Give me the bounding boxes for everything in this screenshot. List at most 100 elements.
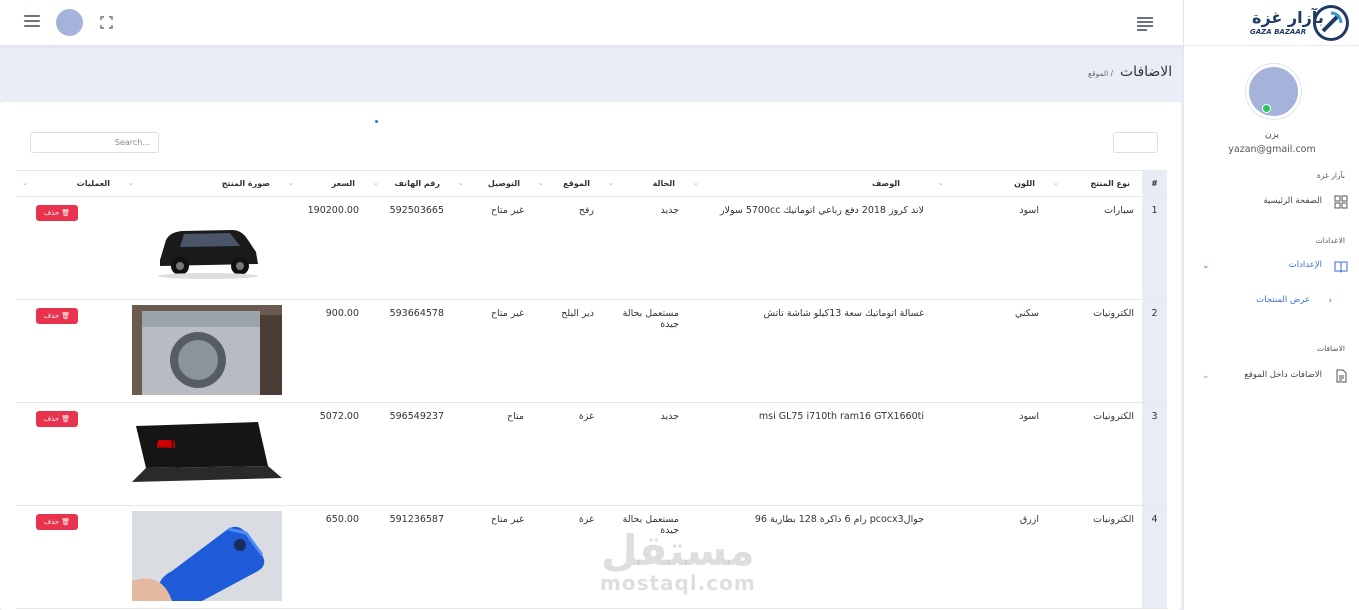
col-num[interactable]: # [1142, 170, 1167, 197]
sidebar-item-label: الإعدادات [1288, 260, 1322, 270]
product-image[interactable] [132, 202, 282, 292]
type-cell: الكترونيات [1047, 402, 1142, 506]
document-icon [1336, 369, 1347, 383]
chevron-down-icon: ⌄ [1202, 261, 1210, 271]
sort-icon: ⌄ [608, 179, 614, 187]
page-length-select[interactable] [1113, 132, 1158, 153]
sidebar-item-home[interactable]: الصفحة الرئيسية [1184, 192, 1359, 214]
col-condition[interactable]: ⌄ الحالة [602, 170, 687, 197]
image-cell: msi [122, 402, 282, 506]
sort-icon: ⌄ [288, 179, 294, 187]
col-phone[interactable]: ⌄ رقم الهاتف [367, 170, 452, 197]
location-cell: دير البلح [532, 299, 602, 403]
col-type[interactable]: ⌄ نوع المنتج [1047, 170, 1142, 197]
condition-cell: مستعمل بحالة جيدة [602, 505, 687, 609]
type-cell: الكترونيات [1047, 505, 1142, 609]
phone-cell: 591236587 [367, 505, 452, 609]
hamburger-icon[interactable] [24, 15, 40, 27]
col-delivery[interactable]: ⌄ التوصيل [452, 170, 532, 197]
brand-english: GAZA BAZAAR [1250, 28, 1307, 36]
user-name: يزن [1264, 130, 1280, 140]
ops-cell: 🗑 حذف [16, 299, 122, 403]
products-table: ⌄ العمليات ⌄ صورة المنتج ⌄ السعر ⌄ رقم الهات… [16, 170, 1167, 609]
profile-avatar[interactable] [1246, 64, 1301, 119]
col-desc[interactable]: ⌄ الوصف [687, 170, 932, 197]
delete-button[interactable]: 🗑 حذف [36, 308, 78, 324]
section-main-label: بآزار غزة [1316, 171, 1345, 180]
top-bar [0, 0, 1183, 46]
grid-icon [1334, 195, 1348, 209]
user-email: yazan@gmail.com [1228, 144, 1316, 155]
col-location[interactable]: ⌄ الموقع [532, 170, 602, 197]
sort-icon: ⌄ [458, 179, 464, 187]
sidebar-item-label: الصفحة الرئيسية [1263, 196, 1322, 206]
menu-toggle-icon[interactable] [1137, 17, 1153, 31]
col-color[interactable]: ⌄ اللون [932, 170, 1047, 197]
chevron-down-icon: ⌄ [1202, 371, 1210, 381]
logo[interactable]: بآزار غزة GAZA BAZAAR [1184, 0, 1359, 46]
row-number: 2 [1142, 299, 1167, 403]
location-cell: رفح [532, 196, 602, 300]
location-cell: غزة [532, 505, 602, 609]
sidebar-item-settings[interactable]: الإعدادات ⌄ [1184, 256, 1359, 278]
section-additions-label: الاضافات [1317, 344, 1345, 353]
color-cell: ازرق [932, 505, 1047, 609]
delivery-cell: غير متاح [452, 299, 532, 403]
svg-text:msi: msi [156, 440, 176, 451]
image-cell [122, 299, 282, 403]
delivery-cell: غير متاح [452, 505, 532, 609]
search-input[interactable]: Search... [30, 132, 159, 153]
condition-cell: مستعمل بحالة جيدة [602, 299, 687, 403]
page-title: الاضافات [1120, 64, 1173, 80]
description-cell: جوالpcocx3 رام 6 ذاكرة 128 بطارية 96 [687, 505, 932, 609]
delete-button[interactable]: 🗑 حذف [36, 514, 78, 530]
color-cell: اسود [932, 196, 1047, 300]
phone-cell: 593664578 [367, 299, 452, 403]
col-image[interactable]: ⌄ صورة المنتج [122, 170, 282, 197]
breadcrumb[interactable]: / الموقع [1088, 69, 1113, 78]
brand-arabic: بآزار غزة [1252, 8, 1324, 27]
book-icon [1334, 261, 1348, 273]
description-cell: msi GL75 i710th ram16 GTX1660ti [687, 402, 932, 506]
product-image[interactable]: msi [132, 408, 282, 498]
image-cell [122, 505, 282, 609]
sort-icon: ⌄ [693, 179, 699, 187]
condition-cell: جديد [602, 196, 687, 300]
price-cell: 650.00 [282, 505, 367, 609]
sidebar-item-label: عرض المنتجات [1256, 295, 1310, 305]
phone-cell: 596549237 [367, 402, 452, 506]
col-ops[interactable]: ⌄ العمليات [16, 170, 122, 197]
sort-icon: ⌄ [373, 179, 379, 187]
loading-dot [375, 120, 378, 123]
chevron-right-icon: › [1328, 296, 1332, 306]
delivery-cell: متاح [452, 402, 532, 506]
products-card: Search... ⌄ العمليات ⌄ صورة المنتج ⌄ السعر … [0, 102, 1181, 610]
section-settings-label: الاعدادات [1315, 236, 1345, 245]
online-status-dot [1262, 104, 1271, 113]
fullscreen-icon[interactable] [100, 16, 113, 29]
sidebar-item-label: الاضافات داخل الموقع [1244, 370, 1322, 380]
product-image[interactable] [132, 511, 282, 601]
sort-icon: ⌄ [22, 179, 28, 187]
ops-cell: 🗑 حذف [16, 196, 122, 300]
delete-button[interactable]: 🗑 حذف [36, 411, 78, 427]
image-cell [122, 196, 282, 300]
description-cell: لاند كروز 2018 دفع رباعي اتوماتيك 5700cc… [687, 196, 932, 300]
user-avatar[interactable] [56, 9, 83, 36]
sort-icon: ⌄ [1053, 179, 1059, 187]
sort-icon: ⌄ [938, 179, 944, 187]
sidebar: بآزار غزة GAZA BAZAAR يزن yazan@gmail.co… [1183, 0, 1359, 610]
sidebar-item-view-products[interactable]: عرض المنتجات › [1184, 291, 1359, 313]
color-cell: سكني [932, 299, 1047, 403]
delete-button[interactable]: 🗑 حذف [36, 205, 78, 221]
condition-cell: جديد [602, 402, 687, 506]
sidebar-item-site-additions[interactable]: الاضافات داخل الموقع ⌄ [1184, 366, 1359, 388]
color-cell: اسود [932, 402, 1047, 506]
table-header-row: ⌄ العمليات ⌄ صورة المنتج ⌄ السعر ⌄ رقم الهات… [16, 170, 1167, 197]
product-image[interactable] [132, 305, 282, 395]
col-price[interactable]: ⌄ السعر [282, 170, 367, 197]
row-number: 3 [1142, 402, 1167, 506]
sort-icon: ⌄ [128, 179, 134, 187]
location-cell: غزة [532, 402, 602, 506]
ops-cell: 🗑 حذف [16, 505, 122, 609]
